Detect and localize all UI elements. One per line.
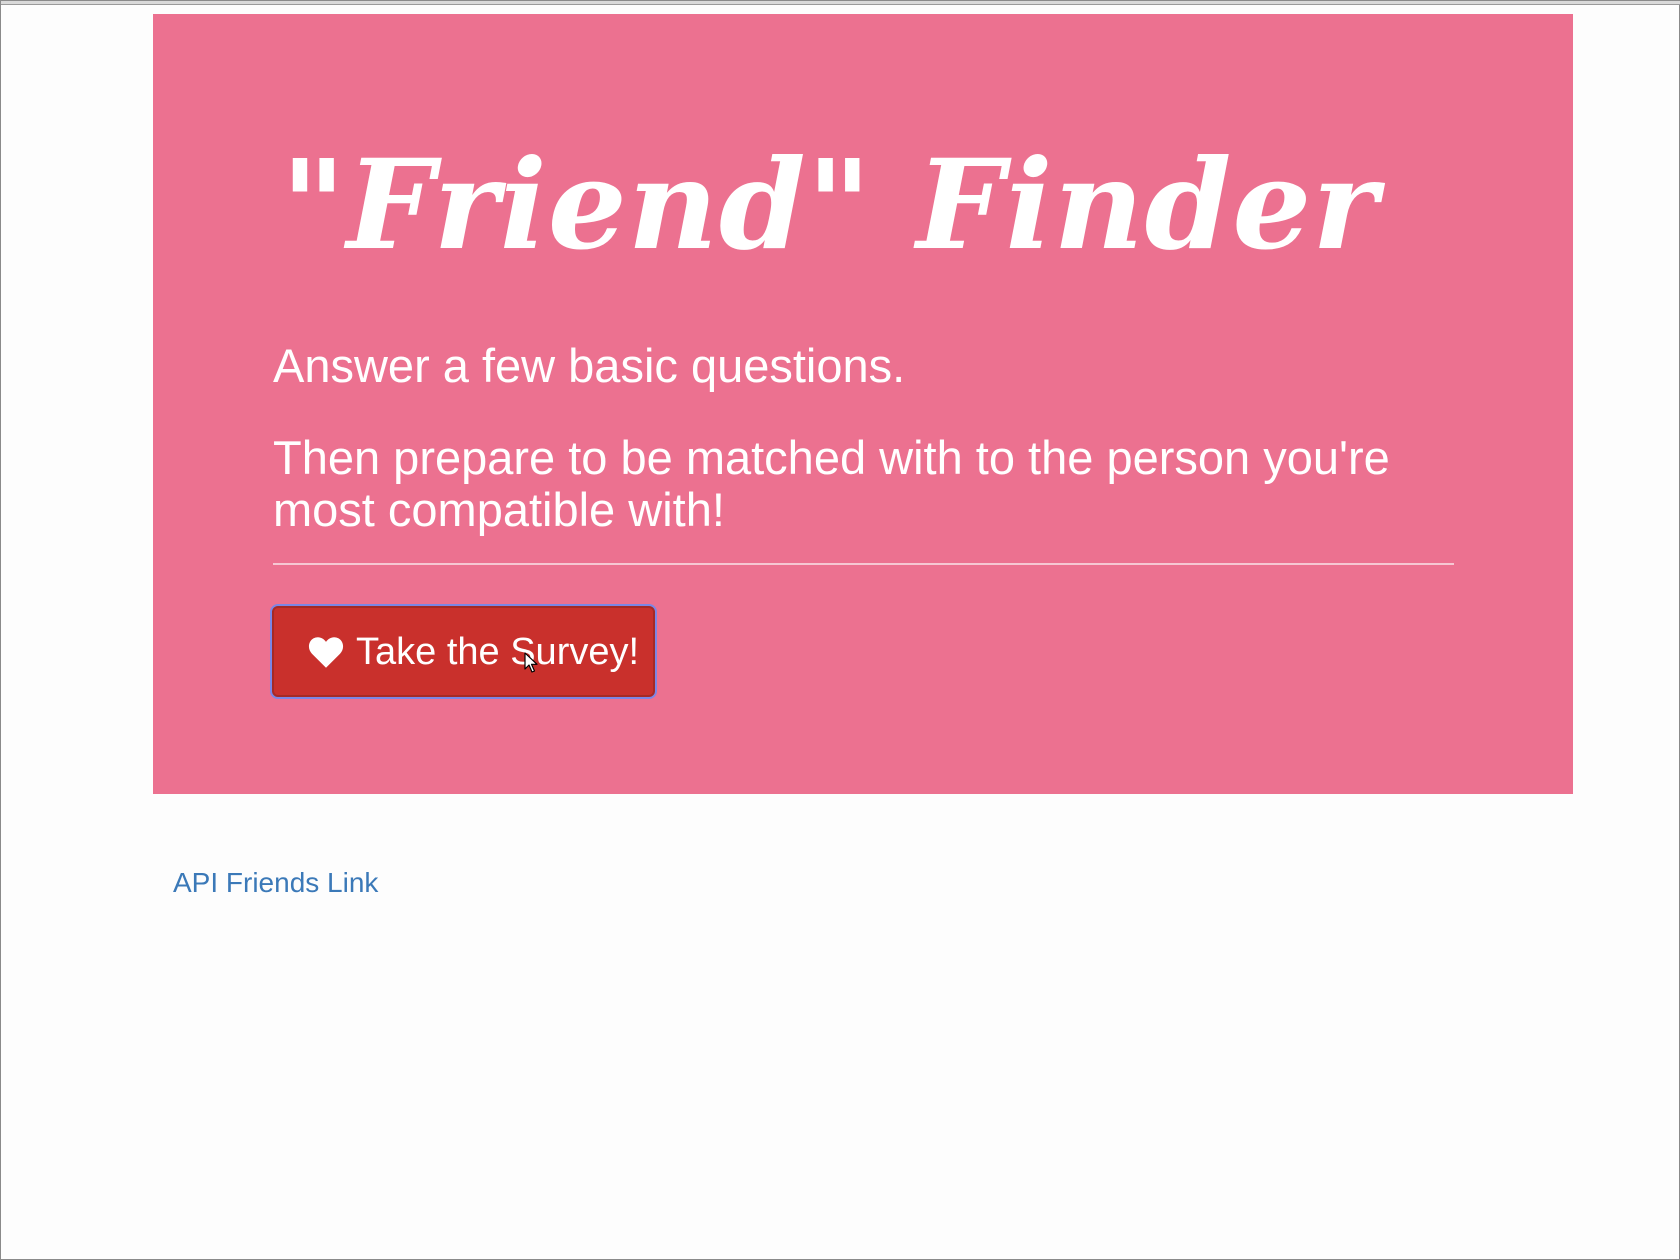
api-friends-link[interactable]: API Friends Link xyxy=(173,867,378,899)
browser-viewport: "Friend" Finder Answer a few basic quest… xyxy=(0,0,1680,1260)
window-top-edge xyxy=(1,1,1680,5)
lead-text-intro: Answer a few basic questions. xyxy=(273,339,906,392)
heart-icon xyxy=(308,636,344,668)
hero-divider xyxy=(273,563,1454,565)
lead-text-match: Then prepare to be matched with to the p… xyxy=(273,431,1390,536)
jumbotron-hero: "Friend" Finder Answer a few basic quest… xyxy=(153,14,1573,794)
page-title: "Friend" Finder xyxy=(281,133,1379,278)
take-survey-label: Take the Survey! xyxy=(356,630,640,673)
take-survey-button[interactable]: Take the Survey! xyxy=(272,606,655,697)
